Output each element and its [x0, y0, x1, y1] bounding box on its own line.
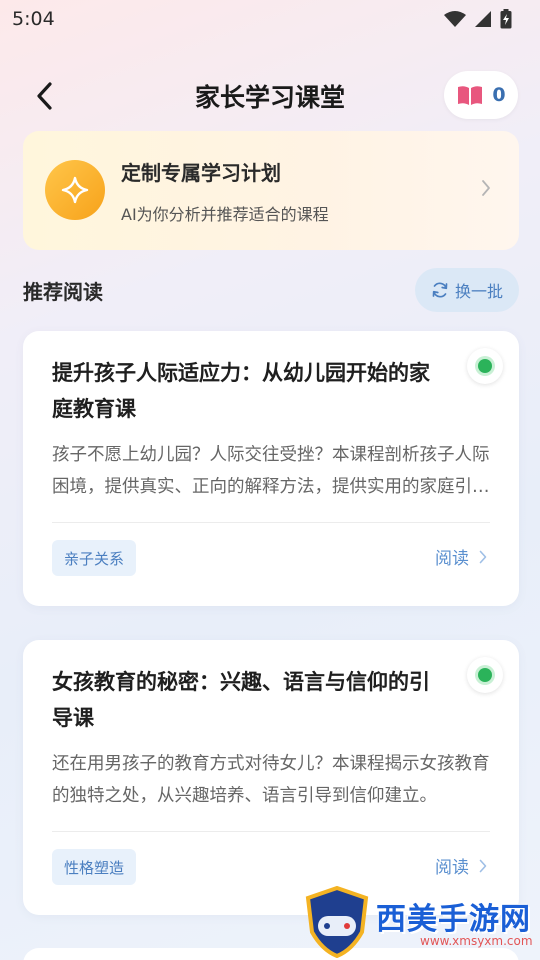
- course-card-partial[interactable]: [23, 948, 519, 960]
- refresh-icon: [432, 282, 448, 298]
- status-time: 5:04: [12, 8, 55, 30]
- status-dot-icon: [467, 348, 503, 384]
- bookshelf-button[interactable]: 0: [444, 71, 518, 119]
- course-description: 孩子不愿上幼儿园？人际交往受挫？本课程剖析孩子人际困境，提供真实、正向的解释方法…: [52, 445, 490, 497]
- read-button[interactable]: 阅读: [435, 853, 487, 878]
- wifi-icon: [444, 11, 466, 27]
- bookshelf-count: 0: [492, 84, 506, 106]
- course-description: 还在用男孩子的教育方式对待女儿？本课程揭示女孩教育的独特之处，从兴趣培养、语言引…: [52, 754, 490, 806]
- chevron-right-icon: [479, 859, 487, 872]
- signal-icon: [475, 11, 491, 27]
- ai-banner-title: 定制专属学习计划: [121, 161, 281, 185]
- watermark-url: www.xmsyxm.com: [420, 934, 533, 948]
- sparkle-icon: [45, 160, 105, 220]
- battery-charging-icon: [500, 9, 512, 29]
- chevron-right-icon: [482, 180, 490, 196]
- refresh-label: 换一批: [454, 282, 503, 301]
- chevron-right-icon: [479, 550, 487, 563]
- status-bar: 5:04: [0, 0, 540, 38]
- status-dot-icon: [467, 657, 503, 693]
- read-button[interactable]: 阅读: [435, 544, 487, 569]
- course-title: 提升孩子人际适应力：从幼儿园开始的家庭教育课: [52, 361, 430, 421]
- read-label: 阅读: [435, 549, 469, 569]
- course-title: 女孩教育的秘密：兴趣、语言与信仰的引导课: [52, 670, 430, 730]
- read-label: 阅读: [435, 858, 469, 878]
- ai-plan-banner[interactable]: 定制专属学习计划 AI为你分析并推荐适合的课程: [23, 131, 519, 250]
- course-card[interactable]: 女孩教育的秘密：兴趣、语言与信仰的引导课 还在用男孩子的教育方式对待女儿？本课程…: [23, 640, 519, 915]
- divider: [52, 831, 490, 832]
- course-tag: 亲子关系: [52, 540, 137, 576]
- section-title: 推荐阅读: [23, 280, 103, 304]
- refresh-button[interactable]: 换一批: [415, 268, 519, 312]
- header: 家长学习课堂 0: [0, 62, 540, 128]
- status-icons: [444, 9, 512, 29]
- ai-banner-subtitle: AI为你分析并推荐适合的课程: [121, 205, 329, 224]
- course-tag: 性格塑造: [52, 849, 137, 885]
- course-card[interactable]: 提升孩子人际适应力：从幼儿园开始的家庭教育课 孩子不愿上幼儿园？人际交往受挫？本…: [23, 331, 519, 606]
- book-icon: [458, 86, 483, 105]
- divider: [52, 522, 490, 523]
